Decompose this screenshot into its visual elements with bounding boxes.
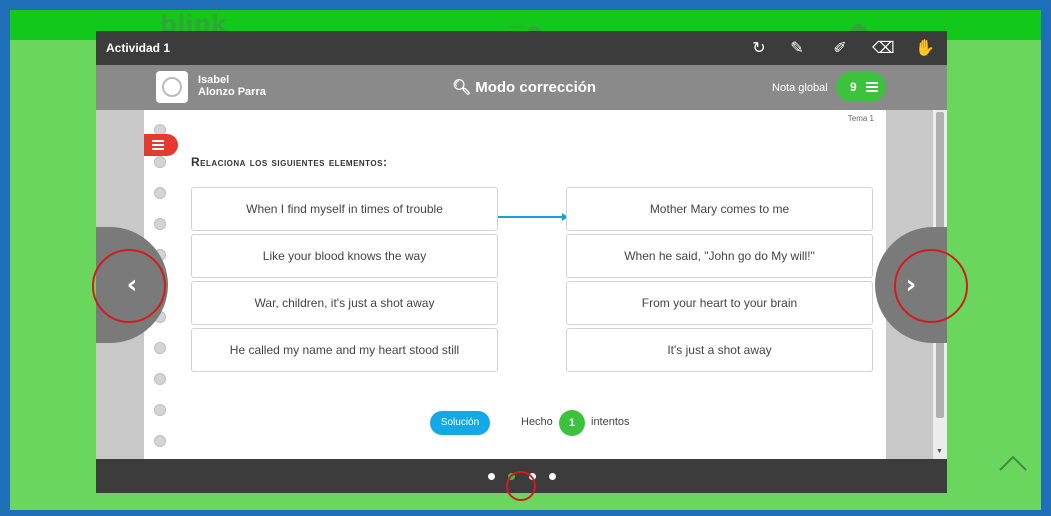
page-dot[interactable] bbox=[549, 473, 556, 480]
solution-button[interactable]: Solución bbox=[430, 411, 490, 435]
eraser-icon[interactable]: ⌫ bbox=[872, 37, 895, 59]
activity-header: Actividad 1 ↻ ✎ ✐ ⌫ ✋ bbox=[96, 31, 947, 65]
user-name: Isabel Alonzo Parra bbox=[198, 74, 266, 98]
notebook-ring bbox=[154, 404, 166, 416]
notebook-ring bbox=[154, 156, 166, 168]
notebook-ring bbox=[154, 187, 166, 199]
reload-icon[interactable]: ↻ bbox=[748, 37, 770, 59]
highlight-circle bbox=[92, 249, 166, 323]
list-icon bbox=[152, 140, 164, 152]
attempts-count: 1 bbox=[559, 410, 585, 436]
highlight-circle bbox=[894, 249, 968, 323]
user-first-name: Isabel bbox=[198, 74, 230, 86]
search-list-icon: 🔍︎ bbox=[452, 79, 472, 96]
notebook-ring bbox=[154, 435, 166, 447]
correction-mode-label: 🔍︎ Modo corrección bbox=[452, 78, 596, 96]
match-left-item[interactable]: He called my name and my heart stood sti… bbox=[191, 328, 498, 372]
nota-global-badge[interactable]: 9 bbox=[836, 72, 886, 102]
match-left-item[interactable]: War, children, it's just a shot away bbox=[191, 281, 498, 325]
match-left-item[interactable]: When I find myself in times of trouble bbox=[191, 187, 498, 231]
pencil-icon[interactable]: ✎ bbox=[786, 37, 808, 59]
scroll-down-arrow-icon[interactable]: ▼ bbox=[936, 448, 943, 455]
avatar bbox=[156, 71, 188, 103]
match-right-item[interactable]: When he said, "John go do My will!" bbox=[566, 234, 873, 278]
hecho-label: Hecho bbox=[521, 416, 553, 428]
scroll-top-chevron-icon[interactable] bbox=[998, 448, 1028, 478]
notebook-ring bbox=[154, 218, 166, 230]
match-connector bbox=[498, 213, 568, 221]
score-badge[interactable]: 5 bbox=[144, 134, 178, 156]
topic-label: Tema 1 bbox=[847, 114, 874, 123]
match-right-item[interactable]: Mother Mary comes to me bbox=[566, 187, 873, 231]
match-left-item[interactable]: Like your blood knows the way bbox=[191, 234, 498, 278]
page-dot[interactable] bbox=[488, 473, 495, 480]
match-right-item[interactable]: From your heart to your brain bbox=[566, 281, 873, 325]
notebook-ring bbox=[154, 373, 166, 385]
match-right-item[interactable]: It's just a shot away bbox=[566, 328, 873, 372]
nota-global-label: Nota global bbox=[772, 82, 828, 94]
notebook-ring bbox=[154, 342, 166, 354]
attempts-label: intentos bbox=[591, 416, 630, 428]
hand-icon[interactable]: ✋ bbox=[914, 37, 936, 59]
mode-text: Modo corrección bbox=[475, 79, 597, 96]
list-icon bbox=[866, 82, 878, 94]
question-title: Relaciona los siguientes elementos: bbox=[191, 155, 388, 169]
activity-title: Actividad 1 bbox=[106, 41, 171, 55]
content-area: Tema 1 5 Relaciona los siguientes elemen… bbox=[96, 110, 947, 459]
user-bar: Isabel Alonzo Parra 🔍︎ Modo corrección N… bbox=[96, 65, 947, 110]
nota-global-value: 9 bbox=[850, 80, 857, 94]
marker-icon[interactable]: ✐ bbox=[829, 37, 851, 59]
activity-modal: Actividad 1 ↻ ✎ ✐ ⌫ ✋ Isabel Alonzo Parr… bbox=[96, 31, 947, 493]
notebook-page: Tema 1 5 Relaciona los siguientes elemen… bbox=[144, 110, 886, 459]
highlight-circle bbox=[506, 471, 536, 501]
user-last-name: Alonzo Parra bbox=[198, 86, 266, 98]
